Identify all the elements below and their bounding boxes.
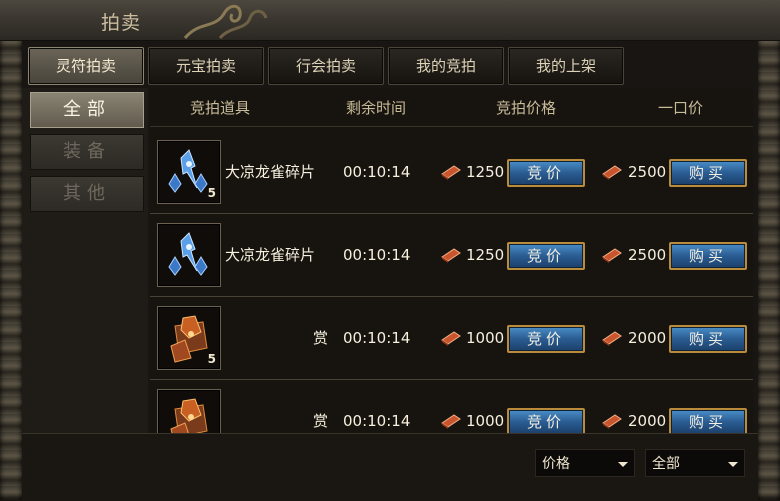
bid-price: 1250 bbox=[466, 246, 505, 264]
bid-button[interactable]: 竞价 bbox=[507, 325, 585, 353]
talisman-scroll-icon bbox=[441, 331, 461, 346]
talisman-scroll-icon bbox=[602, 248, 622, 263]
item-name: 大凉龙雀碎片 bbox=[225, 163, 316, 181]
auction-list: 竞拍道具 剩余时间 竞拍价格 一口价 5 大凉龙雀碎片 00:10:14 125… bbox=[150, 88, 753, 433]
type-dropdown-value: 全部 bbox=[652, 456, 680, 472]
bid-price: 1250 bbox=[466, 163, 505, 181]
filter-bar: 价格 全部 bbox=[22, 433, 758, 501]
item-slot[interactable]: 5 bbox=[157, 140, 221, 204]
talisman-scroll-icon bbox=[602, 414, 622, 429]
bid-price: 1000 bbox=[466, 412, 505, 430]
tab-guild-auction[interactable]: 行会拍卖 bbox=[268, 47, 384, 85]
chevron-down-icon bbox=[618, 462, 628, 467]
buy-button[interactable]: 购买 bbox=[669, 242, 747, 270]
table-row: 5 大凉龙雀碎片 00:10:14 1250 竞价 2500 购买 bbox=[150, 131, 753, 214]
table-row: 5 赏 00:10:14 1000 竞价 2000 购买 bbox=[150, 297, 753, 380]
item-name: 赏 bbox=[312, 412, 328, 430]
blue-crystal-shard-icon bbox=[168, 232, 208, 276]
column-time: 剩余时间 bbox=[346, 99, 407, 117]
remaining-time: 00:10:14 bbox=[343, 329, 411, 347]
dragon-ornament-icon bbox=[183, 4, 268, 40]
item-quantity: 5 bbox=[207, 186, 216, 200]
buy-button[interactable]: 购买 bbox=[669, 408, 747, 433]
frame-right-border bbox=[758, 0, 780, 500]
talisman-scroll-icon bbox=[441, 165, 461, 180]
category-all[interactable]: 全部 bbox=[30, 92, 144, 128]
item-slot[interactable] bbox=[157, 389, 221, 433]
sort-dropdown-value: 价格 bbox=[542, 456, 570, 472]
buy-button[interactable]: 购买 bbox=[669, 325, 747, 353]
type-dropdown[interactable]: 全部 bbox=[645, 449, 745, 477]
buyout-price: 2000 bbox=[628, 329, 667, 347]
item-name: 大凉龙雀碎片 bbox=[225, 246, 316, 264]
tab-my-bids[interactable]: 我的竞拍 bbox=[388, 47, 504, 85]
item-slot[interactable]: 5 bbox=[157, 306, 221, 370]
fire-treasure-chest-icon bbox=[170, 398, 208, 433]
tab-yuanbao-auction[interactable]: 元宝拍卖 bbox=[148, 47, 264, 85]
category-equipment[interactable]: 装备 bbox=[30, 134, 144, 170]
table-row: 赏 00:10:14 1000 竞价 2000 购买 bbox=[150, 380, 753, 433]
item-name: 赏 bbox=[312, 329, 328, 347]
sort-dropdown[interactable]: 价格 bbox=[535, 449, 635, 477]
talisman-scroll-icon bbox=[441, 414, 461, 429]
bid-button[interactable]: 竞价 bbox=[507, 408, 585, 433]
item-slot[interactable] bbox=[157, 223, 221, 287]
table-header: 竞拍道具 剩余时间 竞拍价格 一口价 bbox=[150, 88, 753, 127]
buyout-price: 2000 bbox=[628, 412, 667, 430]
column-buyout-price: 一口价 bbox=[658, 99, 704, 117]
tab-my-listings[interactable]: 我的上架 bbox=[508, 47, 624, 85]
bid-button[interactable]: 竞价 bbox=[507, 159, 585, 187]
item-quantity: 5 bbox=[207, 352, 216, 366]
bid-price: 1000 bbox=[466, 329, 505, 347]
category-other[interactable]: 其他 bbox=[30, 176, 144, 212]
tab-talisman-auction[interactable]: 灵符拍卖 bbox=[28, 47, 144, 85]
buy-button[interactable]: 购买 bbox=[669, 159, 747, 187]
column-item: 竞拍道具 bbox=[190, 99, 251, 117]
talisman-scroll-icon bbox=[602, 331, 622, 346]
table-row: 大凉龙雀碎片 00:10:14 1250 竞价 2500 购买 bbox=[150, 214, 753, 297]
bid-button[interactable]: 竞价 bbox=[507, 242, 585, 270]
talisman-scroll-icon bbox=[602, 165, 622, 180]
chevron-down-icon bbox=[728, 462, 738, 467]
remaining-time: 00:10:14 bbox=[343, 412, 411, 430]
window-title: 拍卖 bbox=[101, 12, 142, 34]
title-bar: 拍卖 bbox=[0, 0, 780, 41]
talisman-scroll-icon bbox=[441, 248, 461, 263]
buyout-price: 2500 bbox=[628, 163, 667, 181]
remaining-time: 00:10:14 bbox=[343, 246, 411, 264]
buyout-price: 2500 bbox=[628, 246, 667, 264]
column-bid-price: 竞拍价格 bbox=[496, 99, 557, 117]
remaining-time: 00:10:14 bbox=[343, 163, 411, 181]
category-sidebar: 全部 装备 其他 bbox=[22, 88, 148, 433]
frame-left-border bbox=[0, 0, 22, 500]
